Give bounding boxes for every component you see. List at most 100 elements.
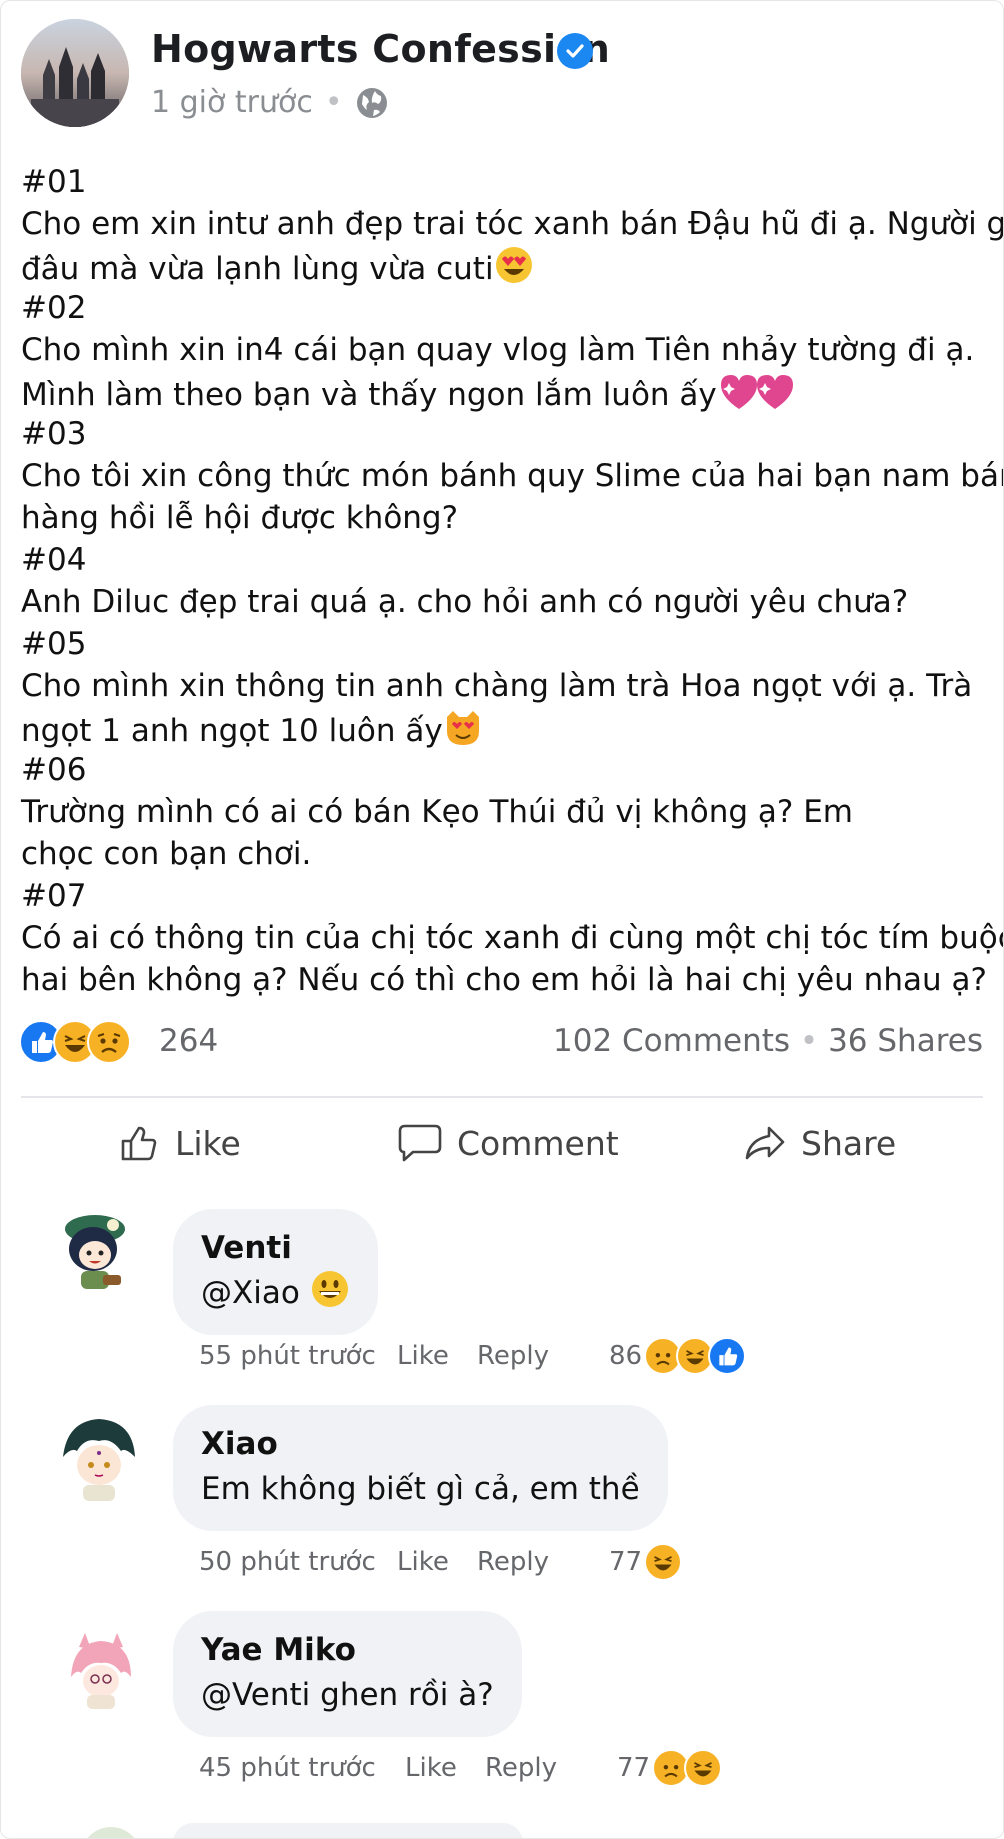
- post-line-text: #07: [21, 878, 87, 914]
- heart-eyes-emoji-icon: [494, 245, 534, 296]
- post-line: hai bên không ạ? Nếu có thì cho em hỏi l…: [21, 959, 993, 1001]
- comment-meta: 50 phút trước Like Reply 77: [199, 1543, 683, 1581]
- action-bar: Like Comment Share: [1, 1121, 1003, 1181]
- post-line: Cho mình xin in4 cái bạn quay vlog làm T…: [21, 329, 993, 371]
- post-line-text: #03: [21, 416, 87, 452]
- post-line: #03: [21, 413, 993, 455]
- comment-bubble[interactable]: Yae Miko @Venti ghen rồi à?: [173, 1611, 522, 1737]
- post-line: chọc con bạn chơi.: [21, 833, 993, 875]
- comment-reply-button[interactable]: Reply: [477, 1341, 609, 1371]
- meta-separator: •: [324, 85, 343, 120]
- post-line-text: Cho em xin intư anh đẹp trai tóc xanh bá…: [21, 206, 1004, 242]
- comment-text: @Venti ghen rồi à?: [201, 1677, 494, 1713]
- post-line: #05: [21, 623, 993, 665]
- page-name[interactable]: Hogwarts Confession: [151, 27, 610, 71]
- comment-time[interactable]: 45 phút trước: [199, 1753, 405, 1783]
- post-line-text: đâu mà vừa lạnh lùng vừa cuti: [21, 251, 494, 287]
- heart-eyes-cat-emoji-icon: [443, 707, 483, 758]
- comment-text: @Xiao: [201, 1269, 350, 1317]
- post-card: Hogwarts Confession 1 giờ trước • #01 Cho…: [0, 0, 1004, 1839]
- post-meta: 1 giờ trước •: [151, 85, 389, 120]
- commenter-name[interactable]: Xiao: [201, 1423, 640, 1465]
- comment-like-button[interactable]: Like: [405, 1753, 485, 1783]
- post-line-text: Anh Diluc đẹp trai quá ạ. cho hỏi anh có…: [21, 584, 909, 620]
- post-stats: 102 Comments • 36 Shares: [553, 1023, 983, 1059]
- comment-button[interactable]: Comment: [397, 1121, 619, 1165]
- globe-icon: [356, 87, 387, 118]
- post-line: ngọt 1 anh ngọt 10 luôn ấy: [21, 707, 993, 749]
- reaction-icons[interactable]: [19, 1019, 131, 1065]
- post-line: hàng hồi lễ hội được không?: [21, 497, 993, 539]
- comment-reaction-count[interactable]: 77: [609, 1547, 642, 1577]
- haha-reaction-icon: [684, 1749, 723, 1787]
- comment-bubble-icon: [398, 1124, 442, 1162]
- share-arrow-icon: [745, 1126, 785, 1160]
- post-time[interactable]: 1 giờ trước: [151, 85, 313, 120]
- verified-badge-icon: [557, 33, 593, 69]
- post-line-text: hai bên không ạ? Nếu có thì cho em hỏi l…: [21, 962, 987, 998]
- comment-reaction-count[interactable]: 86: [609, 1341, 642, 1371]
- post-line-text: ngọt 1 anh ngọt 10 luôn ấy: [21, 713, 443, 749]
- post-line-text: Mình làm theo bạn và thấy ngon lắm luôn …: [21, 377, 717, 413]
- avatar-xiao[interactable]: [47, 1405, 149, 1507]
- comment-reaction-count[interactable]: 77: [617, 1753, 650, 1783]
- like-reaction-icon: [708, 1337, 747, 1375]
- post-line-text: Trường mình có ai có bán Kẹo Thúi đủ vị …: [21, 794, 853, 830]
- post-line: Trường mình có ai có bán Kẹo Thúi đủ vị …: [21, 791, 993, 833]
- post-line: Có ai có thông tin của chị tóc xanh đi c…: [21, 917, 1003, 959]
- comment-text: Em không biết gì cả, em thề: [201, 1471, 640, 1507]
- sparkling-hearts-emoji-icon: [717, 371, 795, 422]
- post-line-text: #04: [21, 542, 87, 578]
- comment-bubble[interactable]: Xiao Em không biết gì cả, em thề: [173, 1405, 668, 1531]
- comment-reply-button[interactable]: Reply: [477, 1547, 609, 1577]
- post-line-text: chọc con bạn chơi.: [21, 836, 312, 872]
- post-line: Cho mình xin thông tin anh chàng làm trà…: [21, 665, 993, 707]
- post-line-text: Cho tôi xin công thức món bánh quy Slime…: [21, 458, 1004, 494]
- stats-separator: •: [799, 1023, 819, 1059]
- divider: [21, 1096, 983, 1098]
- post-line-text: Cho mình xin thông tin anh chàng làm trà…: [21, 668, 973, 704]
- comment-bubble-partial[interactable]: [173, 1823, 523, 1838]
- comment-meta: 45 phút trước Like Reply 77: [199, 1749, 723, 1787]
- grinning-emoji-icon: [311, 1271, 348, 1307]
- thumbs-up-icon: [121, 1126, 157, 1161]
- post-line: Mình làm theo bạn và thấy ngon lắm luôn …: [21, 371, 993, 413]
- post-line-text: #05: [21, 626, 87, 662]
- commenter-name[interactable]: Yae Miko: [201, 1629, 494, 1671]
- comment-meta: 55 phút trước Like Reply 86: [199, 1337, 747, 1375]
- avatar-yae-miko[interactable]: [57, 1627, 143, 1713]
- reaction-count[interactable]: 264: [159, 1023, 218, 1059]
- post-line: đâu mà vừa lạnh lùng vừa cuti: [21, 245, 993, 287]
- commenter-name[interactable]: Venti: [201, 1227, 350, 1269]
- post-line-text: hàng hồi lễ hội được không?: [21, 500, 459, 536]
- sad-reaction-icon: [87, 1020, 131, 1064]
- post-line-text: Cho mình xin in4 cái bạn quay vlog làm T…: [21, 332, 975, 368]
- share-button[interactable]: Share: [743, 1121, 896, 1165]
- comment-like-button[interactable]: Like: [397, 1547, 477, 1577]
- post-line-text: #02: [21, 290, 87, 326]
- page-avatar[interactable]: [21, 19, 129, 127]
- post-line-text: Có ai có thông tin của chị tóc xanh đi c…: [21, 920, 1004, 956]
- post-line: #07: [21, 875, 993, 917]
- post-line: #04: [21, 539, 993, 581]
- shares-count[interactable]: 36 Shares: [828, 1023, 983, 1059]
- like-label: Like: [175, 1123, 241, 1163]
- avatar-partial[interactable]: [81, 1827, 141, 1838]
- post-line: Cho em xin intư anh đẹp trai tóc xanh bá…: [21, 203, 1003, 245]
- like-button[interactable]: Like: [117, 1121, 241, 1165]
- comment-like-button[interactable]: Like: [397, 1341, 477, 1371]
- avatar-venti[interactable]: [43, 1199, 145, 1301]
- haha-reaction-icon: [644, 1543, 683, 1581]
- share-label: Share: [801, 1123, 897, 1163]
- comments-count[interactable]: 102 Comments: [553, 1023, 790, 1059]
- comment-bubble[interactable]: Venti @Xiao: [173, 1209, 378, 1335]
- post-line: Anh Diluc đẹp trai quá ạ. cho hỏi anh có…: [21, 581, 993, 623]
- post-body: #01 Cho em xin intư anh đẹp trai tóc xanh…: [21, 161, 1003, 1001]
- post-line: #06: [21, 749, 993, 791]
- post-line: Cho tôi xin công thức món bánh quy Slime…: [21, 455, 1003, 497]
- post-line-text: #01: [21, 164, 87, 200]
- comment-reply-button[interactable]: Reply: [485, 1753, 617, 1783]
- comment-time[interactable]: 50 phút trước: [199, 1547, 397, 1577]
- post-line-text: #06: [21, 752, 87, 788]
- comment-time[interactable]: 55 phút trước: [199, 1341, 397, 1371]
